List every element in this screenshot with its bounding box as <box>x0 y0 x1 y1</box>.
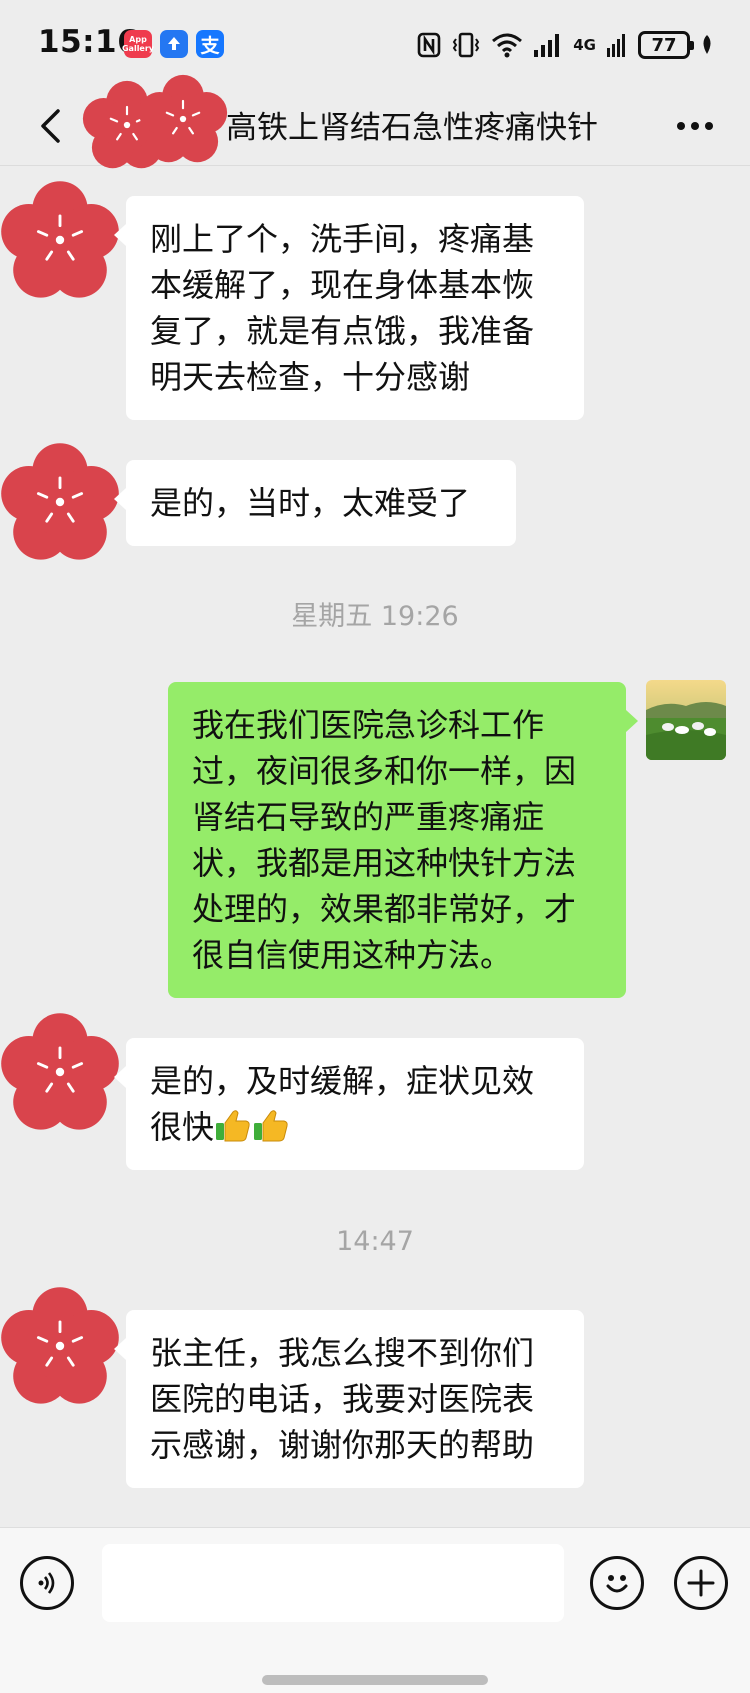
message-input[interactable] <box>102 1544 564 1622</box>
alipay-label: 支 <box>200 34 220 57</box>
signal-icon <box>534 34 560 57</box>
upload-notification-icon <box>160 30 188 58</box>
message-text: 张主任，我怎么搜不到你们医院的电话，我要对医院表示感谢，谢谢你那天的帮助 <box>150 1334 535 1464</box>
status-icons: 4G 77 <box>417 28 714 62</box>
plus-icon <box>687 1569 715 1597</box>
contact-avatar[interactable] <box>0 442 120 562</box>
network-type: 4G <box>573 36 596 54</box>
app-gallery-label: App Gallery <box>121 35 155 53</box>
contact-avatar[interactable] <box>0 1286 120 1406</box>
message-text: 是的，及时缓解，症状见效很快 <box>150 1062 535 1146</box>
voice-button[interactable] <box>20 1556 74 1610</box>
alipay-icon: 支 <box>196 30 224 58</box>
battery-indicator: 77 <box>638 31 694 59</box>
landscape-avatar-image <box>646 680 726 760</box>
home-indicator[interactable] <box>262 1675 488 1685</box>
more-dot <box>705 122 713 130</box>
message-text: 我在我们医院急诊科工作过，夜间很多和你一样，因肾结石导致的严重疼痛症状，我都是用… <box>192 706 577 974</box>
user-avatar[interactable] <box>646 680 726 760</box>
flower-sticker-icon <box>82 74 229 170</box>
chat-title[interactable]: 高铁上肾结石急性疼痛快针 <box>226 102 626 147</box>
message-text: 是的，当时，太难受了 <box>150 484 471 522</box>
nfc-icon <box>417 32 441 58</box>
emoji-icon <box>606 1575 628 1593</box>
contact-avatar[interactable] <box>0 180 120 300</box>
message-bubble-self[interactable]: 我在我们医院急诊科工作过，夜间很多和你一样，因肾结石导致的严重疼痛症状，我都是用… <box>168 682 638 998</box>
leaf-icon <box>703 35 711 54</box>
vibrate-icon <box>453 32 480 58</box>
more-dots-icon <box>677 122 685 130</box>
chevron-left-icon <box>41 109 60 143</box>
message-bubble[interactable]: 是的，当时，太难受了 <box>114 460 516 546</box>
emoji-button[interactable] <box>590 1556 644 1610</box>
signal-icon-2 <box>607 34 625 57</box>
message-bubble[interactable]: 是的，及时缓解，症状见效很快 <box>114 1038 584 1170</box>
more-button[interactable] <box>670 106 720 146</box>
chat-header: 高铁上肾结石急性疼痛快针 <box>0 74 750 170</box>
timestamp: 星期五 19:26 <box>291 601 459 632</box>
battery-level: 77 <box>651 34 677 56</box>
message-bubble[interactable]: 张主任，我怎么搜不到你们医院的电话，我要对医院表示感谢，谢谢你那天的帮助 <box>114 1310 584 1488</box>
voice-icon <box>38 1572 55 1594</box>
plus-button[interactable] <box>674 1556 728 1610</box>
contact-avatar[interactable] <box>0 1012 120 1132</box>
more-dot <box>691 122 699 130</box>
input-bar <box>0 1527 750 1693</box>
message-bubble[interactable]: 刚上了个，洗手间，疼痛基本缓解了，现在身体基本恢复了，就是有点饿，我准备明天去检… <box>114 196 584 420</box>
timestamp: 14:47 <box>336 1226 414 1257</box>
app-gallery-icon: App Gallery <box>121 30 155 58</box>
back-button[interactable] <box>24 98 78 154</box>
message-text: 刚上了个，洗手间，疼痛基本缓解了，现在身体基本恢复了，就是有点饿，我准备明天去检… <box>150 220 535 396</box>
thumbs-up-emoji <box>215 1110 250 1142</box>
thumbs-up-emoji <box>253 1110 288 1142</box>
wifi-icon <box>492 33 523 58</box>
